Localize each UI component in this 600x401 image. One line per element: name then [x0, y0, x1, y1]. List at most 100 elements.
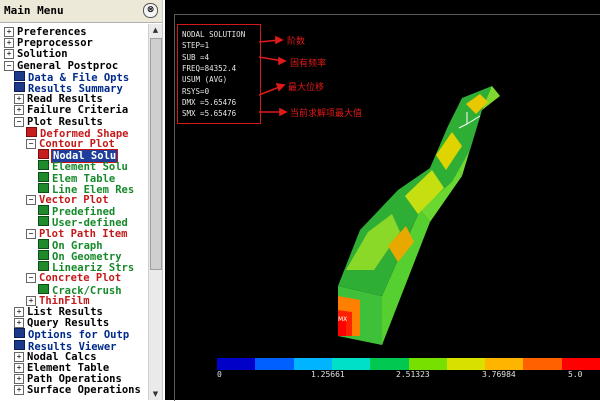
- collapse-icon[interactable]: −: [26, 228, 36, 239]
- expand-icon[interactable]: +: [14, 351, 24, 362]
- menu-item-label: Failure Criteria: [27, 104, 129, 117]
- menu-item-query-results[interactable]: + Query Results: [14, 317, 109, 329]
- command-icon: [14, 328, 25, 339]
- menu-item-label: ThinFilm: [39, 294, 90, 307]
- expand-icon[interactable]: +: [14, 318, 24, 329]
- annotation-max-displacement: 最大位移: [288, 83, 325, 93]
- menu-item-solution[interactable]: + Solution: [4, 48, 68, 60]
- scroll-thumb[interactable]: [150, 38, 162, 270]
- menu-item-preferences[interactable]: + Preferences: [4, 26, 87, 38]
- command-icon: [38, 216, 49, 227]
- expand-icon[interactable]: +: [14, 94, 24, 105]
- menu-item-element-solu[interactable]: Element Solu: [38, 160, 128, 173]
- expand-icon[interactable]: +: [14, 385, 24, 396]
- main-menu-panel: Main Menu ⊗ + Preferences + Preprocessor + So…: [0, 0, 163, 400]
- menu-item-lineariz-strs[interactable]: Lineariz Strs: [38, 261, 134, 274]
- menu-item-path-operations[interactable]: + Path Operations: [14, 373, 122, 385]
- expand-icon[interactable]: +: [26, 295, 36, 306]
- legend-line: RSYS=0: [182, 86, 210, 96]
- menu-scrollbar[interactable]: ▲ ▼: [148, 24, 162, 400]
- command-icon: [38, 171, 49, 182]
- legend-line: SUB =4: [182, 52, 210, 62]
- menu-item-vector-plot[interactable]: − Vector Plot: [26, 194, 109, 206]
- menu-item-label: Plot Path Item: [39, 227, 128, 240]
- menu-item-nodal-solu[interactable]: Nodal Solu: [38, 149, 119, 164]
- menu-item-predefined[interactable]: Predefined: [38, 205, 115, 218]
- menu-item-label: General Postproc: [17, 59, 119, 72]
- collapse-icon[interactable]: −: [4, 60, 14, 71]
- menu-item-on-graph[interactable]: On Graph: [38, 238, 103, 252]
- menu-item-results-viewer[interactable]: Results Viewer: [14, 339, 117, 353]
- menu-item-list-results[interactable]: + List Results: [14, 306, 103, 318]
- menu-item-plot-path-item[interactable]: − Plot Path Item: [26, 228, 128, 240]
- expand-icon[interactable]: +: [14, 363, 24, 373]
- menu-item-label: Contour Plot: [39, 138, 115, 150]
- command-icon: [14, 70, 25, 81]
- scroll-down-arrow-icon[interactable]: ▼: [149, 388, 162, 400]
- menu-item-label: Solution: [17, 48, 68, 61]
- menu-item-user-defined[interactable]: User-defined: [38, 216, 128, 229]
- menu-item-nodal-calcs[interactable]: + Nodal Calcs: [14, 351, 97, 363]
- expand-icon[interactable]: +: [4, 38, 14, 49]
- collapse-icon[interactable]: −: [26, 273, 36, 284]
- annotation-current-max-value: 当前求解项最大值: [290, 109, 363, 119]
- menu-item-failure-criteria[interactable]: + Failure Criteria: [14, 104, 128, 116]
- colorbar-tick-label: 0: [217, 370, 222, 379]
- command-icon: [14, 339, 25, 350]
- colorbar-segment: [408, 358, 448, 370]
- menu-item-data-file-opts[interactable]: Data & File Opts: [14, 70, 129, 84]
- menu-item-thinfilm[interactable]: + ThinFilm: [26, 295, 90, 307]
- menu-item-contour-plot[interactable]: − Contour Plot: [26, 138, 115, 150]
- menu-item-plot-results[interactable]: − Plot Results: [14, 116, 103, 128]
- expand-icon[interactable]: +: [14, 307, 24, 317]
- collapse-menu-button[interactable]: ⊗: [143, 3, 158, 18]
- command-icon: [38, 238, 49, 249]
- collapse-icon[interactable]: −: [26, 195, 36, 205]
- annotation-mode-order: 阶数: [287, 37, 306, 47]
- menu-item-label: Surface Operations: [27, 384, 141, 397]
- expand-icon[interactable]: +: [14, 105, 24, 116]
- menu-item-read-results[interactable]: + Read Results: [14, 93, 103, 105]
- colorbar-segment: [485, 358, 524, 370]
- menu-item-deformed-shape[interactable]: Deformed Shape: [26, 126, 129, 140]
- menu-item-elem-table[interactable]: Elem Table: [38, 171, 115, 185]
- menu-item-line-elem-res[interactable]: Line Elem Res: [38, 182, 134, 196]
- collapse-icon[interactable]: −: [26, 139, 36, 149]
- legend-line: STEP=1: [182, 41, 210, 51]
- annotation-arrows: [258, 35, 288, 117]
- expand-icon[interactable]: +: [4, 49, 14, 60]
- menu-item-label: Concrete Plot: [39, 272, 122, 285]
- collapse-icon[interactable]: −: [14, 116, 24, 127]
- menu-item-label: Vector Plot: [39, 194, 109, 206]
- command-icon: [38, 149, 49, 160]
- main-menu-title: Main Menu: [4, 4, 64, 17]
- colorbar-segment: [255, 358, 295, 370]
- menu-item-crack-crush[interactable]: Crack/Crush: [38, 283, 122, 297]
- colorbar-tick-label: 5.0: [568, 370, 583, 379]
- menu-item-concrete-plot[interactable]: − Concrete Plot: [26, 272, 121, 284]
- menu-item-results-summary[interactable]: Results Summary: [14, 82, 123, 95]
- command-icon: [38, 283, 49, 294]
- colorbar-segment: [217, 358, 256, 370]
- menu-item-on-geometry[interactable]: On Geometry: [38, 250, 122, 263]
- scroll-up-arrow-icon[interactable]: ▲: [149, 24, 162, 36]
- colorbar-tick-label: 2.51323: [396, 370, 430, 379]
- menu-item-element-table[interactable]: + Element Table: [14, 362, 109, 374]
- expand-icon[interactable]: +: [4, 27, 14, 37]
- menu-item-label: Preferences: [17, 26, 87, 38]
- expand-icon[interactable]: +: [14, 374, 24, 385]
- menu-item-label: Preprocessor: [17, 37, 93, 50]
- menu-item-surface-operations[interactable]: + Surface Operations: [14, 384, 141, 396]
- menu-item-label: Query Results: [27, 317, 110, 330]
- colorbar-tick-label: 3.76984: [482, 370, 516, 379]
- menu-item-general-postproc[interactable]: − General Postproc: [4, 60, 118, 72]
- colorbar-segment: [370, 358, 409, 370]
- legend-line: DMX =5.65476: [182, 97, 237, 107]
- colorbar-segment: [523, 358, 563, 370]
- max-node-label: MX: [338, 316, 348, 323]
- contour-colorbar: [217, 358, 600, 370]
- legend-line: USUM (AVG): [182, 75, 228, 85]
- command-icon: [38, 182, 49, 193]
- menu-item-preprocessor[interactable]: + Preprocessor: [4, 37, 93, 49]
- menu-item-options-for-outp[interactable]: Options for Outp: [14, 328, 129, 341]
